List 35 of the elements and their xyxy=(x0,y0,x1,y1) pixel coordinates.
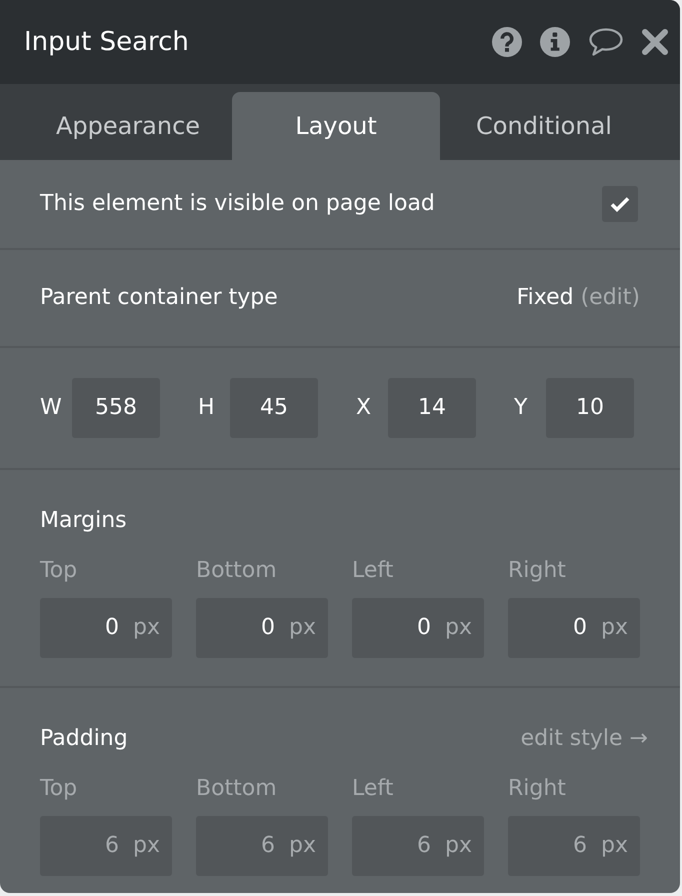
input-field[interactable]: 0 px xyxy=(40,598,172,658)
field-label: Left xyxy=(352,557,394,585)
checkbox[interactable] xyxy=(602,186,638,222)
field-label: Top xyxy=(40,557,78,585)
input-field[interactable]: 14 xyxy=(388,378,476,438)
help-icon[interactable] xyxy=(492,27,522,57)
field-label: Right xyxy=(508,775,567,803)
dimension-label: H xyxy=(198,394,216,422)
tab[interactable]: Conditional xyxy=(440,92,648,160)
tab[interactable]: Layout xyxy=(232,92,440,160)
field-label: Bottom xyxy=(196,775,278,803)
container-type-label: Parent container type xyxy=(40,284,278,312)
field-label: Top xyxy=(40,775,78,803)
check-icon xyxy=(610,196,630,212)
panel-title: Input Search xyxy=(24,26,189,59)
input-field[interactable]: 0 px xyxy=(352,598,484,658)
visibility-label: This element is visible on page load xyxy=(40,190,435,218)
field-label: Left xyxy=(352,775,394,803)
dimension-label: W xyxy=(40,394,63,422)
section-title: Margins xyxy=(40,507,127,535)
info-icon[interactable] xyxy=(540,27,570,57)
input-field[interactable]: 45 xyxy=(230,378,318,438)
field-label: Right xyxy=(508,557,567,585)
close-icon[interactable] xyxy=(642,29,668,55)
section-title: Padding xyxy=(40,725,128,753)
input-field[interactable]: 0 px xyxy=(196,598,328,658)
speech-bubble-icon[interactable] xyxy=(588,27,624,57)
container-type-value: Fixed xyxy=(516,284,574,312)
field-label: Bottom xyxy=(196,557,278,585)
tab[interactable]: Appearance xyxy=(24,92,232,160)
dimension-label: X xyxy=(356,394,372,422)
input-field[interactable]: 10 xyxy=(546,378,634,438)
input-field[interactable]: 558 xyxy=(72,378,160,438)
input-field[interactable]: 0 px xyxy=(508,598,640,658)
dimension-label: Y xyxy=(514,394,528,422)
